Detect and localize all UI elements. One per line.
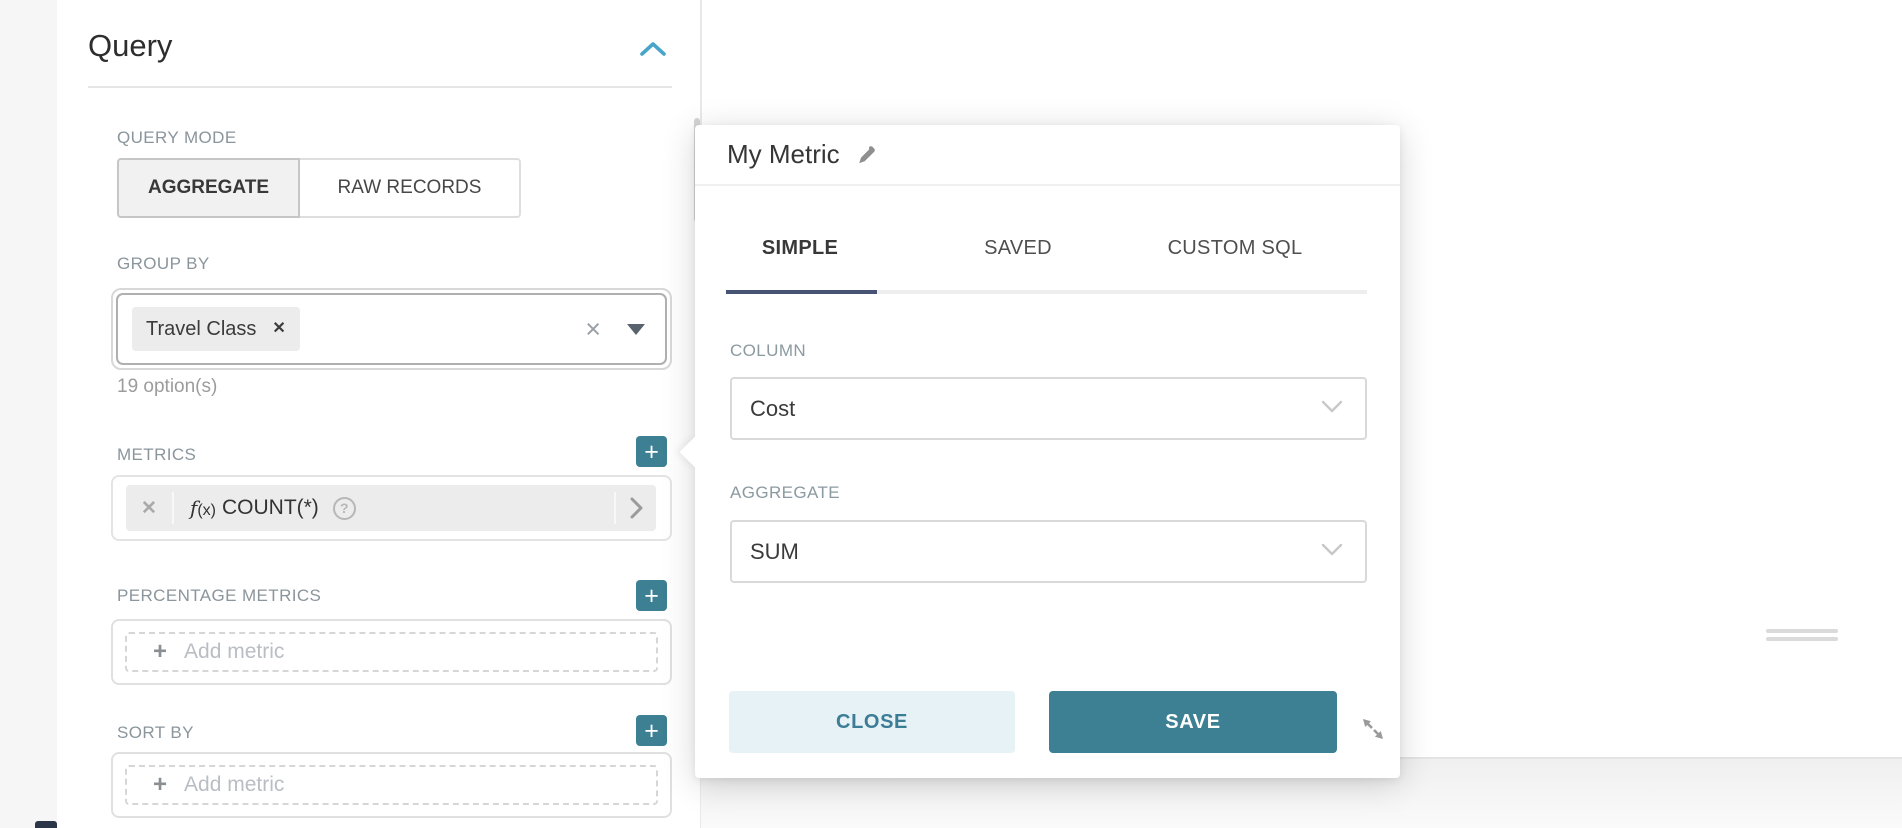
save-button[interactable]: SAVE — [1049, 691, 1337, 753]
column-select[interactable]: Cost — [730, 377, 1367, 440]
plus-icon: + — [153, 640, 167, 664]
caret-down-icon[interactable] — [627, 324, 645, 335]
popover-header: My Metric — [695, 125, 1400, 186]
collapse-section-button[interactable] — [638, 38, 668, 62]
aggregate-label: AGGREGATE — [730, 483, 840, 503]
diagonal-resize-icon[interactable] — [1359, 715, 1387, 743]
chevron-down-icon — [1321, 543, 1343, 561]
query-section-title: Query — [88, 28, 172, 64]
popover-title: My Metric — [727, 139, 840, 170]
group-by-select-inner: Travel Class ✕ × — [116, 293, 667, 365]
tag-remove-icon[interactable]: ✕ — [272, 321, 285, 337]
edit-title-pencil-icon[interactable] — [854, 143, 878, 167]
group-by-tag: Travel Class ✕ — [132, 307, 300, 351]
resize-handle-line[interactable] — [1766, 629, 1838, 633]
function-icon: f(x) — [190, 496, 216, 521]
chevron-up-icon — [639, 46, 667, 61]
add-metric-button[interactable]: + — [636, 436, 667, 467]
add-metric-placeholder: Add metric — [184, 773, 284, 797]
column-select-value: Cost — [750, 396, 1321, 422]
aggregate-select[interactable]: SUM — [730, 520, 1367, 583]
percentage-metrics-label: PERCENTAGE METRICS — [117, 586, 321, 606]
pill-divider — [172, 492, 174, 524]
metric-pill[interactable]: ✕ f(x) COUNT(*) ? — [126, 485, 656, 531]
tab-simple[interactable]: SIMPLE — [762, 237, 838, 260]
section-divider — [88, 86, 672, 88]
active-tab-indicator — [726, 290, 877, 294]
metric-name: COUNT(*) — [222, 496, 319, 520]
column-label: COLUMN — [730, 341, 806, 361]
tab-saved[interactable]: SAVED — [984, 237, 1052, 260]
metric-edit-popover: My Metric SIMPLE SAVED CUSTOM SQL COLUMN… — [695, 125, 1400, 778]
add-percentage-metric-button[interactable]: + — [636, 580, 667, 611]
close-button[interactable]: CLOSE — [729, 691, 1015, 753]
aggregate-select-value: SUM — [750, 539, 1321, 565]
explore-chart-screen: Query QUERY MODE AGGREGATE RAW RECORDS G… — [0, 0, 1902, 828]
group-by-select[interactable]: Travel Class ✕ × — [111, 288, 672, 370]
sort-by-container: + Add metric — [111, 752, 672, 818]
add-metric-placeholder: Add metric — [184, 640, 284, 664]
metrics-label: METRICS — [117, 445, 196, 465]
clear-selection-icon[interactable]: × — [585, 316, 601, 343]
add-sort-by-dropzone[interactable]: + Add metric — [125, 765, 658, 805]
percentage-metrics-container: + Add metric — [111, 619, 672, 685]
chevron-right-icon[interactable] — [616, 497, 656, 519]
tab-track — [726, 290, 1367, 294]
popover-arrow — [679, 436, 710, 467]
remove-metric-icon[interactable]: ✕ — [126, 497, 172, 520]
group-by-tag-label: Travel Class — [146, 318, 256, 341]
group-by-label: GROUP BY — [117, 254, 210, 274]
sort-by-label: SORT BY — [117, 723, 194, 743]
metrics-container: ✕ f(x) COUNT(*) ? — [111, 475, 672, 541]
tab-custom-sql[interactable]: CUSTOM SQL — [1168, 237, 1303, 260]
query-mode-aggregate-button[interactable]: AGGREGATE — [117, 158, 300, 218]
tooltip-edge — [35, 821, 57, 828]
query-mode-toggle: AGGREGATE RAW RECORDS — [117, 158, 521, 218]
add-percentage-metric-dropzone[interactable]: + Add metric — [125, 632, 658, 672]
chevron-down-icon — [1321, 400, 1343, 418]
query-mode-label: QUERY MODE — [117, 128, 237, 148]
resize-handle-line[interactable] — [1766, 637, 1838, 641]
plus-icon: + — [153, 773, 167, 797]
left-rail — [0, 0, 57, 828]
add-sort-by-button[interactable]: + — [636, 715, 667, 746]
group-by-options-hint: 19 option(s) — [117, 376, 217, 398]
query-mode-raw-records-button[interactable]: RAW RECORDS — [300, 158, 521, 218]
help-icon[interactable]: ? — [333, 497, 356, 520]
